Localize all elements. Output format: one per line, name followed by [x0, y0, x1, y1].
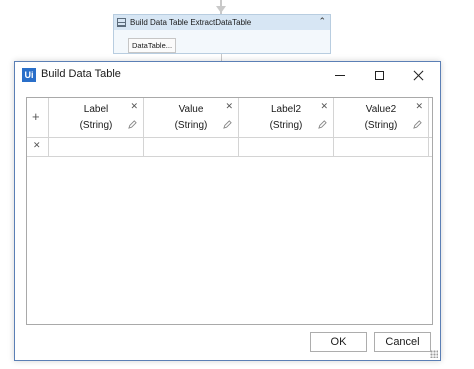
grid-header: + Label (String) ✕ Value (String) ✕ Labe…: [27, 98, 432, 138]
remove-column-icon[interactable]: ✕: [320, 101, 328, 112]
remove-column-icon[interactable]: ✕: [130, 101, 138, 112]
table-cell[interactable]: [239, 137, 334, 156]
column-name: Label: [83, 104, 109, 115]
remove-column-icon[interactable]: ✕: [225, 101, 233, 112]
column-name: Label2: [270, 104, 302, 115]
minimize-button[interactable]: [320, 62, 360, 89]
chevron-double-up-icon[interactable]: ⌃: [318, 16, 326, 27]
data-table-grid[interactable]: + Label (String) ✕ Value (String) ✕ Labe…: [26, 97, 433, 325]
build-data-table-dialog: Ui Build Data Table + Label (String) ✕ V…: [14, 61, 441, 361]
pencil-icon[interactable]: [128, 120, 137, 129]
column-name: Value2: [365, 104, 397, 115]
row-header: ✕: [27, 137, 49, 156]
table-cell[interactable]: [49, 137, 144, 156]
column-name: Value: [178, 104, 204, 115]
maximize-button[interactable]: [359, 62, 399, 89]
remove-row-icon[interactable]: ✕: [33, 140, 41, 151]
datatable-button[interactable]: DataTable...: [128, 38, 177, 53]
cancel-button[interactable]: Cancel: [374, 332, 431, 352]
uipath-logo-icon: Ui: [22, 68, 36, 82]
activity-header: Build Data Table ExtractDataTable ⌃: [114, 15, 330, 30]
close-icon: [413, 70, 424, 81]
dialog-title: Build Data Table: [41, 68, 121, 80]
corner-cell: +: [27, 98, 49, 137]
resize-grip-icon[interactable]: [430, 350, 438, 358]
minimize-icon: [335, 75, 345, 76]
column-header-value2[interactable]: Value2 (String) ✕: [334, 98, 429, 137]
add-column-icon[interactable]: +: [32, 109, 40, 124]
pencil-icon[interactable]: [318, 120, 327, 129]
activity-title: Build Data Table ExtractDataTable: [130, 18, 252, 27]
maximize-icon: [374, 71, 384, 80]
remove-column-icon[interactable]: ✕: [415, 101, 423, 112]
connector-arrow-icon: [216, 6, 226, 13]
table-cell[interactable]: [144, 137, 239, 156]
column-header-value[interactable]: Value (String) ✕: [144, 98, 239, 137]
build-data-table-activity[interactable]: Build Data Table ExtractDataTable ⌃ Data…: [113, 14, 331, 54]
title-bar[interactable]: Ui Build Data Table: [15, 62, 440, 89]
close-button[interactable]: [398, 62, 438, 89]
table-row: ✕: [27, 137, 432, 157]
ok-button[interactable]: OK: [310, 332, 367, 352]
table-cell[interactable]: [334, 137, 429, 156]
column-header-label[interactable]: Label (String) ✕: [49, 98, 144, 137]
datatable-icon: [117, 18, 126, 27]
pencil-icon[interactable]: [413, 120, 422, 129]
pencil-icon[interactable]: [223, 120, 232, 129]
column-header-label2[interactable]: Label2 (String) ✕: [239, 98, 334, 137]
